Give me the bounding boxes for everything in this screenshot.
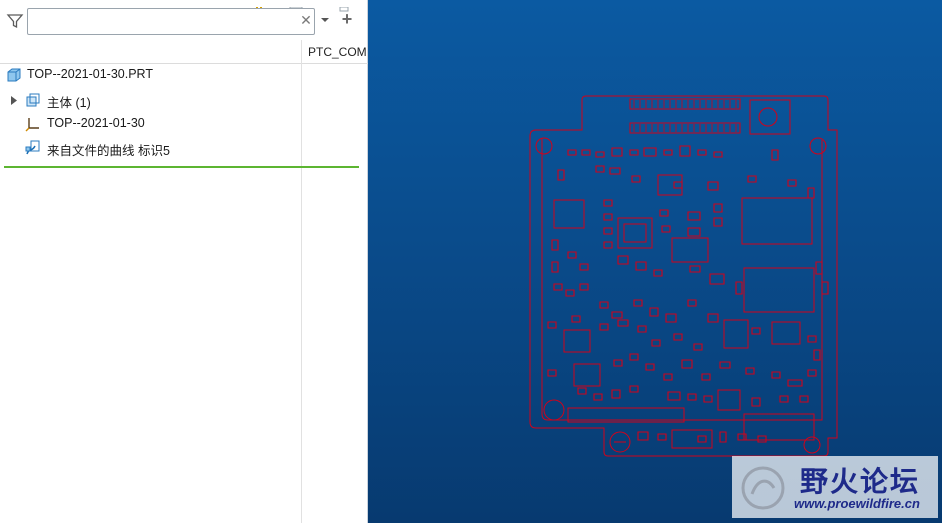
filter-icon[interactable] <box>6 12 24 30</box>
insert-here-indicator[interactable] <box>4 166 359 168</box>
watermark-title: 野火论坛 <box>800 465 921 498</box>
model-tree-panel: ✕ + PTC_COM TOP--2021-01-30.PRT 主体 (1) T… <box>0 0 368 523</box>
tree-filter-bar: ✕ + <box>0 6 368 38</box>
tree-item-curve-from-file[interactable]: 来自文件的曲线 标识5 <box>0 136 301 160</box>
curve-from-file-icon <box>25 140 40 155</box>
tree-item-label: TOP--2021-01-30 <box>47 116 145 130</box>
tree-search-input[interactable] <box>27 8 315 35</box>
tree-item-coordinate-system[interactable]: TOP--2021-01-30 <box>0 112 301 136</box>
expand-arrow-icon[interactable] <box>10 96 18 105</box>
watermark: 野火论坛 www.proewildfire.cn <box>732 456 938 518</box>
tree-column-header: PTC_COM <box>0 40 368 64</box>
tree-item-body[interactable]: 主体 (1) <box>0 88 301 112</box>
clear-search-icon[interactable]: ✕ <box>299 13 313 27</box>
coordinate-system-icon <box>25 118 39 132</box>
watermark-url: www.proewildfire.cn <box>794 496 920 511</box>
tree-item-part[interactable]: TOP--2021-01-30.PRT <box>0 63 301 87</box>
chevron-down-icon[interactable] <box>320 15 330 25</box>
tree-item-label: TOP--2021-01-30.PRT <box>27 67 153 81</box>
column-divider[interactable] <box>301 40 302 523</box>
pcb-board-outline <box>529 95 838 457</box>
forum-logo-icon <box>741 466 785 510</box>
add-column-icon[interactable]: + <box>339 10 355 28</box>
body-icon <box>26 93 40 107</box>
column-header-ptc-com[interactable]: PTC_COM <box>308 45 367 59</box>
tree-item-label: 主体 (1) <box>47 96 91 110</box>
graphics-viewport[interactable] <box>368 0 942 523</box>
tree-item-label: 来自文件的曲线 标识5 <box>47 144 170 158</box>
part-icon <box>7 68 21 82</box>
